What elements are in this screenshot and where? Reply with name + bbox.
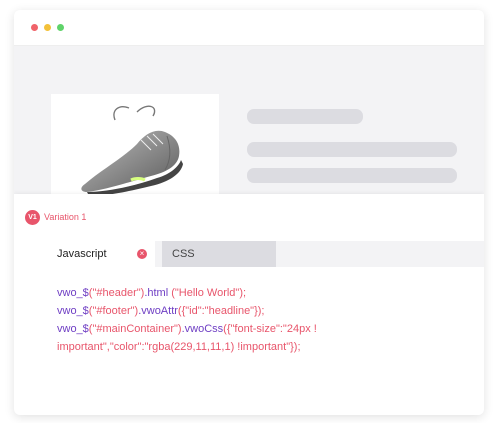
code-string: ({"id":"headline"}); (177, 305, 265, 317)
window-titlebar (14, 10, 484, 46)
code-function: vwo_$ (57, 323, 89, 335)
close-window-dot[interactable] (31, 24, 38, 31)
code-function: vwo_$ (57, 287, 89, 299)
code-line: vwo_$("#footer").vwoAttr({"id":"headline… (57, 302, 317, 320)
code-area[interactable]: vwo_$("#header").html ("Hello World"); vw… (47, 267, 484, 415)
skeleton-line (247, 168, 457, 183)
variation-badge: V1 (25, 210, 40, 225)
code-method: .html (144, 287, 169, 299)
code-string: important","color":"rgba(229,11,11,1) !i… (57, 341, 301, 353)
maximize-window-dot[interactable] (57, 24, 64, 31)
code-string: ("#mainContainer") (88, 323, 182, 335)
tab-javascript-label: Javascript (57, 248, 107, 260)
code-block: vwo_$("#header").html ("Hello World"); vw… (57, 284, 317, 356)
product-image-card (51, 94, 219, 210)
code-line: vwo_$("#mainContainer").vwoCss({"font-si… (57, 320, 317, 338)
tab-css[interactable]: CSS (162, 241, 276, 267)
skeleton-title (247, 109, 363, 124)
close-icon[interactable]: × (137, 249, 147, 259)
tab-javascript[interactable]: Javascript × (47, 241, 155, 267)
sneaker-icon (81, 105, 183, 196)
code-method: .vwoCss (181, 323, 224, 335)
skeleton-line (247, 142, 457, 157)
code-string: ("#footer") (88, 305, 139, 317)
browser-window: V1 Variation 1 Javascript × CSS vwo_$("#… (14, 10, 484, 415)
code-line: vwo_$("#header").html ("Hello World"); (57, 284, 317, 302)
code-string: ("#header") (88, 287, 145, 299)
variation-label: Variation 1 (44, 212, 87, 222)
code-string: ("Hello World"); (168, 287, 247, 299)
variation-panel: V1 Variation 1 Javascript × CSS vwo_$("#… (14, 194, 484, 415)
tab-css-label: CSS (172, 248, 195, 260)
code-string: ({"font-size":"24px ! (223, 323, 317, 335)
minimize-window-dot[interactable] (44, 24, 51, 31)
code-method: .vwoAttr (138, 305, 178, 317)
code-editor: Javascript × CSS vwo_$("#header").html (… (47, 241, 484, 415)
code-line: important","color":"rgba(229,11,11,1) !i… (57, 338, 317, 356)
code-function: vwo_$ (57, 305, 89, 317)
